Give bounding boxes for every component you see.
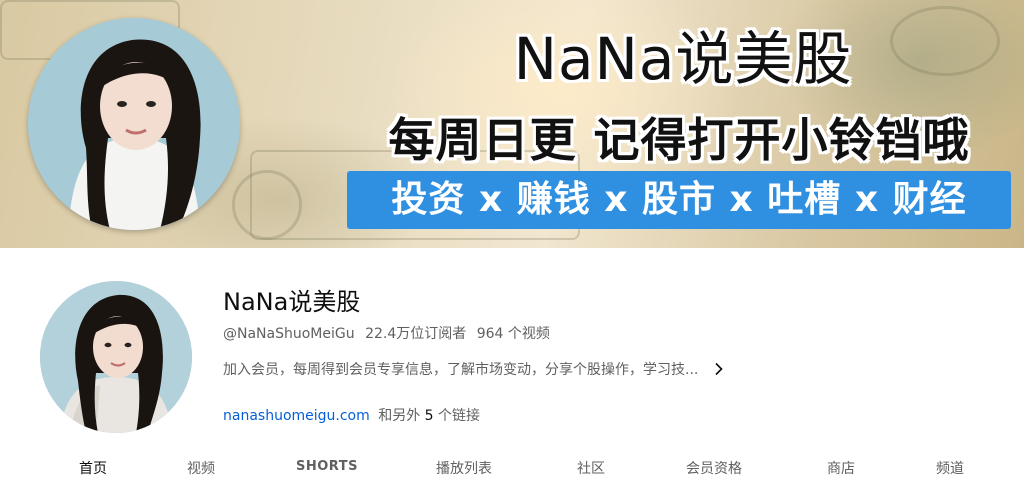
tab-store[interactable]: 商店 bbox=[827, 458, 855, 478]
channel-avatar[interactable] bbox=[40, 281, 192, 433]
more-links-button[interactable]: 和另外 5 个链接 bbox=[378, 408, 480, 424]
channel-description[interactable]: 加入会员，每周得到会员专享信息，了解市场变动，分享个股操作，学习技... bbox=[223, 359, 726, 379]
tab-videos[interactable]: 视频 bbox=[187, 458, 215, 478]
chevron-right-icon[interactable] bbox=[712, 362, 726, 376]
portrait-illustration bbox=[28, 18, 240, 230]
tab-shorts[interactable]: SHORTS bbox=[296, 459, 358, 474]
subscriber-count: 22.4万位订阅者 bbox=[365, 326, 467, 342]
banner-subtitle: 每周日更 记得打开小铃铛哦 bbox=[388, 113, 970, 167]
video-count: 964 个视频 bbox=[476, 326, 550, 342]
banner-topic-tags: 投资 x 赚钱 x 股市 x 吐槽 x 财经 bbox=[347, 171, 1011, 229]
more-links-count: 5 bbox=[424, 408, 434, 424]
banner-seal-decoration bbox=[232, 170, 302, 240]
channel-description-text: 加入会员，每周得到会员专享信息，了解市场变动，分享个股操作，学习技... bbox=[223, 362, 699, 378]
tab-channels[interactable]: 频道 bbox=[936, 458, 964, 478]
channel-website-link[interactable]: nanashuomeigu.com bbox=[223, 408, 370, 424]
tab-community[interactable]: 社区 bbox=[577, 458, 605, 478]
portrait-illustration bbox=[40, 281, 192, 433]
channel-meta: @NaNaShuoMeiGu 22.4万位订阅者 964 个视频 bbox=[223, 323, 556, 343]
channel-banner: NaNa说美股 每周日更 记得打开小铃铛哦 投资 x 赚钱 x 股市 x 吐槽 … bbox=[0, 0, 1024, 248]
tab-home[interactable]: 首页 bbox=[79, 458, 107, 478]
more-links-prefix: 和另外 bbox=[378, 408, 421, 424]
channel-handle: @NaNaShuoMeiGu bbox=[223, 326, 355, 342]
banner-avatar-photo bbox=[28, 18, 240, 230]
channel-name: NaNa说美股 bbox=[223, 288, 361, 316]
tab-playlists[interactable]: 播放列表 bbox=[436, 458, 492, 478]
more-links-suffix: 个链接 bbox=[438, 408, 481, 424]
banner-title: NaNa说美股 bbox=[513, 25, 853, 93]
tab-memberships[interactable]: 会员资格 bbox=[686, 458, 742, 478]
channel-tabs: 首页 视频 SHORTS 播放列表 社区 会员资格 商店 频道 bbox=[0, 450, 1024, 489]
channel-links: nanashuomeigu.com 和另外 5 个链接 bbox=[223, 405, 480, 425]
